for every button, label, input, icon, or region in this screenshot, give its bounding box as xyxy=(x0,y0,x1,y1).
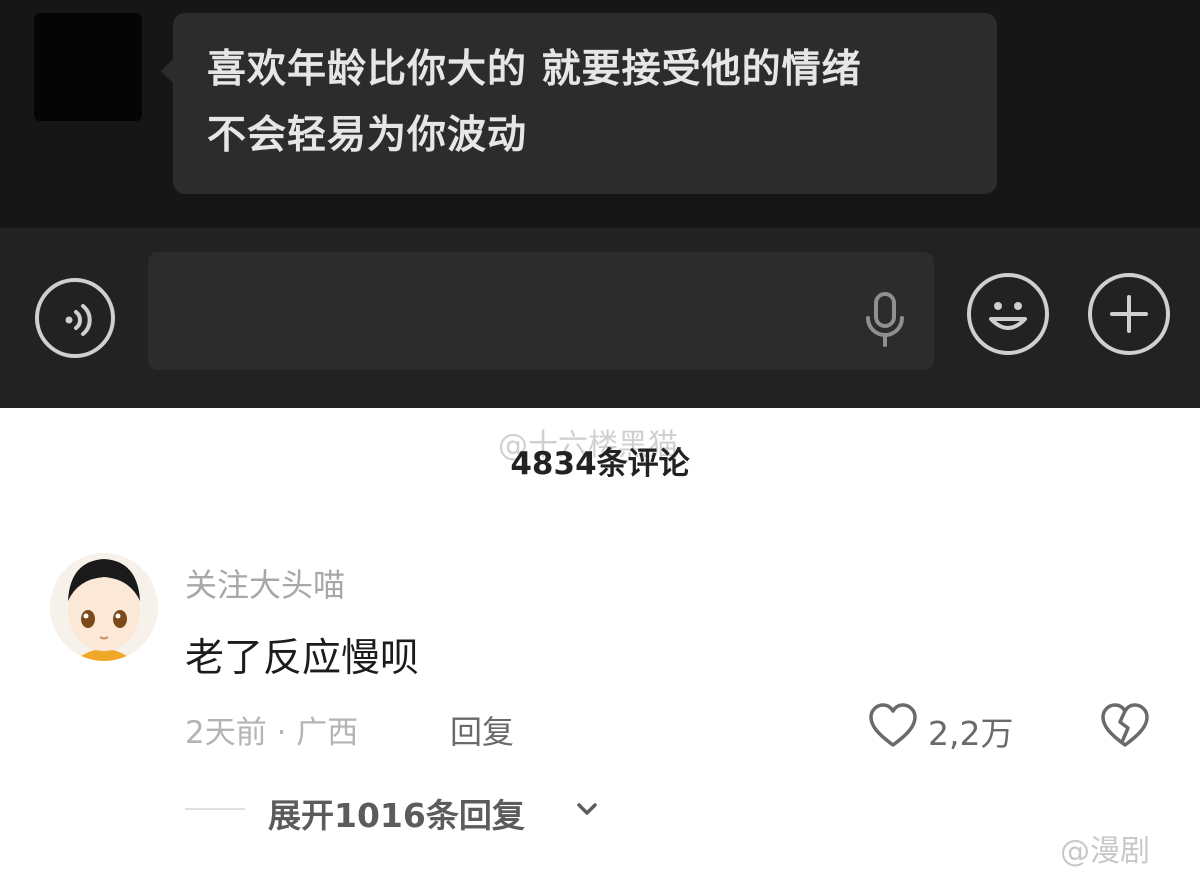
comment-text: 老了反应慢呗 xyxy=(185,636,420,681)
watermark-bottom: @漫剧 xyxy=(1060,834,1150,869)
reply-button[interactable]: 回复 xyxy=(450,707,514,753)
message-line-1: 喜欢年龄比你大的 就要接受他的情绪 xyxy=(207,47,862,92)
plus-icon xyxy=(1110,295,1148,333)
comment-avatar[interactable] xyxy=(50,553,158,661)
message-input[interactable] xyxy=(148,252,934,370)
expand-replies-button[interactable]: 展开1016条回复 xyxy=(268,789,525,837)
broken-heart-icon[interactable] xyxy=(1100,702,1150,750)
message-text: 喜欢年龄比你大的 就要接受他的情绪 不会轻易为你波动 xyxy=(207,37,987,169)
chat-input-bar xyxy=(0,228,1200,408)
microphone-icon[interactable] xyxy=(862,290,908,350)
comment-username[interactable]: 关注大头喵 xyxy=(185,560,345,606)
emoji-button[interactable] xyxy=(967,273,1049,355)
cartoon-avatar-image xyxy=(50,553,158,661)
like-count: 2,2万 xyxy=(928,714,1014,753)
chevron-down-icon[interactable] xyxy=(574,796,600,822)
sender-avatar[interactable] xyxy=(34,13,142,121)
heart-icon[interactable] xyxy=(868,702,918,750)
message-bubble[interactable]: 喜欢年龄比你大的 就要接受他的情绪 不会轻易为你波动 xyxy=(161,13,997,194)
divider-line xyxy=(185,808,245,810)
voice-wave-icon xyxy=(65,304,92,336)
message-line-2: 不会轻易为你波动 xyxy=(207,113,528,158)
plus-button[interactable] xyxy=(1088,273,1170,355)
comment-meta: 2天前 · 广西 xyxy=(185,715,359,751)
smiley-icon xyxy=(989,302,1027,330)
voice-button[interactable] xyxy=(35,278,115,358)
comment-count: 4834条评论 xyxy=(510,446,690,482)
chat-area: 喜欢年龄比你大的 就要接受他的情绪 不会轻易为你波动 xyxy=(0,0,1200,228)
